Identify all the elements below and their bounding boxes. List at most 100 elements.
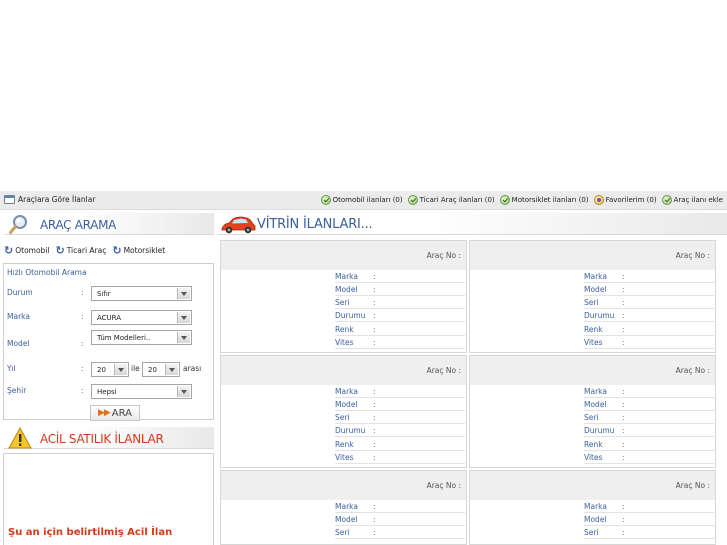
vehicle-listings-link[interactable]: Araçlara Göre İlanlar bbox=[4, 195, 95, 204]
listing-card-icon bbox=[4, 195, 15, 204]
dropdown-arrow-icon bbox=[177, 386, 190, 397]
field-colon: : bbox=[373, 298, 376, 307]
check-badge-icon bbox=[320, 195, 331, 205]
listing-card[interactable]: Araç No : Marka: Model: Seri: bbox=[469, 470, 716, 545]
field-row: Seri: bbox=[335, 296, 465, 309]
field-label: Durumu bbox=[584, 426, 615, 435]
year-to-value: 20 bbox=[148, 366, 157, 374]
year-to-select[interactable]: 20 bbox=[142, 362, 180, 377]
category-links: ↻ Otomobil ↻ Ticari Araç ↻ Motorsiklet bbox=[4, 244, 165, 257]
durum-label: Durum bbox=[7, 288, 33, 297]
listing-card[interactable]: Araç No : Marka: Model: Seri: Durumu: Re… bbox=[220, 240, 467, 353]
durum-select[interactable]: Sıfır bbox=[91, 286, 192, 301]
sehir-label: Şehir bbox=[7, 386, 27, 395]
model-label: Model bbox=[7, 339, 30, 348]
marka-colon: : bbox=[81, 312, 84, 321]
model-select[interactable]: Tüm Modelleri.. bbox=[91, 330, 192, 345]
field-label: Marka bbox=[335, 272, 358, 281]
quick-search-title: Hızlı Otomobil Arama bbox=[7, 268, 87, 277]
field-label: Vites bbox=[584, 338, 603, 347]
field-label: Seri bbox=[335, 413, 350, 422]
field-colon: : bbox=[622, 285, 625, 294]
field-label: Marka bbox=[584, 502, 607, 511]
search-button[interactable]: ▶▶ ARA bbox=[90, 405, 140, 421]
field-colon: : bbox=[373, 387, 376, 396]
year-from-value: 20 bbox=[97, 366, 106, 374]
field-row: Renk: bbox=[584, 323, 714, 336]
field-row: Durumu: bbox=[584, 424, 714, 437]
quick-search-form: Hızlı Otomobil Arama Durum : Sıfır Marka… bbox=[3, 263, 214, 420]
field-row: Model: bbox=[584, 398, 714, 411]
listing-card[interactable]: Araç No : Marka: Model: Seri: Durumu: Re… bbox=[469, 240, 716, 353]
field-colon: : bbox=[373, 285, 376, 294]
sehir-select[interactable]: Hepsi bbox=[91, 384, 192, 399]
double-arrow-icon: ▶▶ bbox=[97, 408, 111, 418]
field-colon: : bbox=[622, 298, 625, 307]
field-row: Marka: bbox=[335, 500, 465, 513]
listing-card-header: Araç No : bbox=[470, 356, 715, 385]
listing-card-header: Araç No : bbox=[470, 471, 715, 500]
car-listings-label: Otomobil ilanları (0) bbox=[332, 196, 403, 204]
sehir-colon: : bbox=[81, 386, 84, 395]
field-row: Vites: bbox=[335, 336, 465, 349]
car-listings-link[interactable]: Otomobil ilanları (0) bbox=[320, 195, 403, 205]
field-colon: : bbox=[373, 338, 376, 347]
listing-card[interactable]: Araç No : Marka: Model: Seri: Durumu: Re… bbox=[220, 355, 467, 468]
urgent-listings-title: ACİL SATILIK İLANLAR bbox=[40, 432, 164, 446]
category-ticari-arac[interactable]: ↻ Ticari Araç bbox=[55, 244, 106, 257]
warning-icon bbox=[8, 427, 32, 449]
field-label: Seri bbox=[335, 298, 350, 307]
category-otomobil[interactable]: ↻ Otomobil bbox=[4, 244, 49, 257]
field-row: Renk: bbox=[584, 438, 714, 451]
field-row: Model: bbox=[584, 513, 714, 526]
field-row: Vites: bbox=[335, 451, 465, 464]
field-row: Renk: bbox=[335, 323, 465, 336]
field-row: Durumu: bbox=[584, 309, 714, 322]
hook-arrow-icon: ↻ bbox=[112, 244, 122, 257]
add-listing-label: Araç ilanı ekle bbox=[673, 196, 723, 204]
add-listing-link[interactable]: Araç ilanı ekle bbox=[661, 195, 723, 205]
field-row: Seri: bbox=[584, 411, 714, 424]
field-colon: : bbox=[373, 272, 376, 281]
field-label: Marka bbox=[335, 502, 358, 511]
arac-no-label: Araç No : bbox=[426, 366, 461, 375]
field-colon: : bbox=[373, 426, 376, 435]
dropdown-arrow-icon bbox=[177, 312, 190, 323]
field-label: Marka bbox=[584, 387, 607, 396]
category-ticari-arac-label: Ticari Araç bbox=[66, 246, 107, 255]
field-label: Vites bbox=[584, 453, 603, 462]
year-from-select[interactable]: 20 bbox=[91, 362, 129, 377]
field-colon: : bbox=[373, 453, 376, 462]
field-colon: : bbox=[622, 426, 625, 435]
listing-card-header: Araç No : bbox=[221, 356, 466, 385]
listing-card-header: Araç No : bbox=[221, 471, 466, 500]
sehir-value: Hepsi bbox=[97, 388, 117, 396]
field-row: Durumu: bbox=[335, 309, 465, 322]
field-colon: : bbox=[373, 502, 376, 511]
car-icon bbox=[221, 216, 256, 234]
field-row: Marka: bbox=[584, 385, 714, 398]
durum-colon: : bbox=[81, 288, 84, 297]
field-label: Renk bbox=[335, 325, 354, 334]
field-label: Seri bbox=[584, 528, 599, 537]
top-links: Otomobil ilanları (0) Ticari Araç ilanla… bbox=[320, 195, 723, 205]
field-row: Seri: bbox=[584, 296, 714, 309]
listing-card[interactable]: Araç No : Marka: Model: Seri: Durumu: Re… bbox=[469, 355, 716, 468]
motorcycle-listings-link[interactable]: Motorsiklet ilanları (0) bbox=[499, 195, 589, 205]
urgent-listings-box: Şu an için belirtilmiş Acil İlan bbox=[3, 453, 214, 545]
marka-select[interactable]: ACURA bbox=[91, 310, 192, 325]
field-colon: : bbox=[622, 387, 625, 396]
field-label: Seri bbox=[584, 298, 599, 307]
field-colon: : bbox=[622, 272, 625, 281]
commercial-listings-link[interactable]: Ticari Araç ilanları (0) bbox=[407, 195, 495, 205]
listing-card[interactable]: Araç No : Marka: Model: Seri: bbox=[220, 470, 467, 545]
model-colon: : bbox=[81, 339, 84, 348]
field-row: Vites: bbox=[584, 451, 714, 464]
field-label: Vites bbox=[335, 338, 354, 347]
field-label: Seri bbox=[335, 528, 350, 537]
category-motorsiklet[interactable]: ↻ Motorsiklet bbox=[112, 244, 165, 257]
favorites-link[interactable]: Favorilerim (0) bbox=[593, 195, 657, 205]
field-row: Model: bbox=[335, 283, 465, 296]
field-label: Model bbox=[584, 515, 607, 524]
favorites-icon bbox=[593, 195, 604, 205]
